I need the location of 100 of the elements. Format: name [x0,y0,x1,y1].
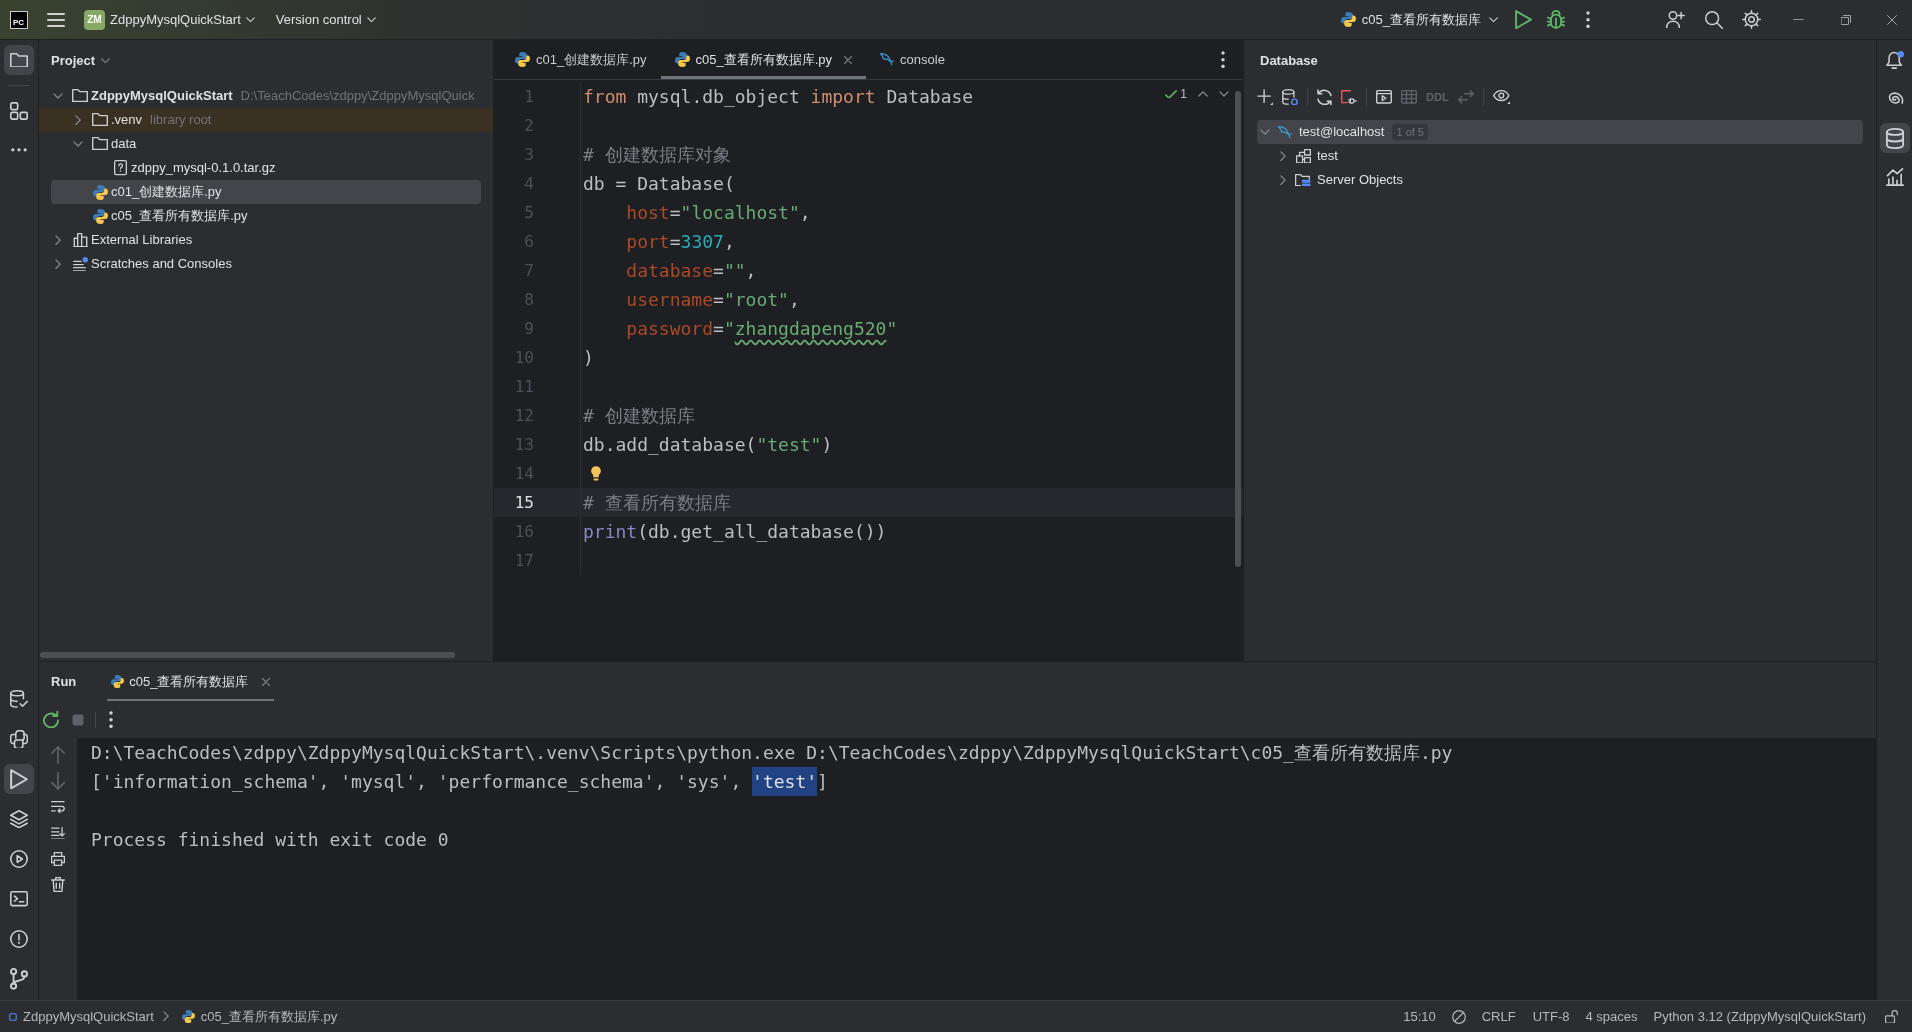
python-icon [515,52,530,67]
squares-icon[interactable] [10,102,28,120]
chevron-down-icon [366,16,376,23]
exclamation-circle-icon[interactable] [10,930,28,948]
code-line: username="root", [625,288,800,312]
line-separator-selector[interactable]: CRLF [1481,1006,1516,1027]
disconnect-icon[interactable] [1341,90,1357,104]
editor-tab[interactable]: c05_查看所有数据库.py [660,40,867,79]
code-line: port=3307, [625,230,735,254]
more-icon[interactable] [109,710,113,729]
feather-icon [880,53,895,66]
scroll-to-end-icon[interactable] [51,826,65,840]
app-logo: PC [10,10,28,29]
feather-icon [1278,125,1292,139]
tree-item[interactable]: zdppy_mysql-0.1.0.tar.gz [39,156,493,180]
caret-position[interactable]: 15:10 [1403,1006,1436,1027]
more-icon[interactable] [1586,10,1590,29]
bug-icon[interactable] [1547,10,1565,29]
more-icon[interactable] [1221,50,1225,69]
tree-item[interactable]: data [39,132,493,156]
project-tool-button[interactable] [4,45,34,75]
close-icon[interactable] [844,55,853,64]
close-icon[interactable] [262,677,271,686]
chevron-up-icon[interactable] [1198,91,1208,97]
menu-icon[interactable] [47,12,65,27]
chevron-right-icon[interactable] [1280,174,1286,186]
tree-item[interactable]: c01_创建数据库.py [51,180,481,204]
database-settings-icon[interactable] [1282,89,1298,105]
refresh-icon[interactable] [1317,88,1332,106]
console-output-text: ['information_schema', 'mysql', 'performance_schema', 'sys', [91,770,743,794]
breadcrumb[interactable]: c05_查看所有数据库.py [181,1006,338,1027]
interpreter-selector[interactable]: Python 3.12 (ZdppyMysqlQuickStart) [1653,1006,1866,1027]
terminal-icon[interactable] [10,891,28,907]
git-branch-icon[interactable] [10,968,28,990]
close-icon[interactable] [1887,14,1897,25]
settings-icon[interactable] [1742,10,1761,29]
plus-icon[interactable] [1257,88,1273,106]
lightbulb-icon[interactable] [591,466,601,481]
tree-item[interactable]: ZdppyMysqlQuickStart D:\TeachCodes\zdppy\ZdppyMysqlQuick [39,84,493,108]
python-outline-icon[interactable] [10,730,28,748]
vcs-selector[interactable]: Version control [275,9,376,30]
code-line: database="", [625,259,757,283]
workspace-switcher[interactable]: ZdppyMysqlQuickStart [110,9,255,30]
chart-icon[interactable] [1885,168,1904,186]
code-line: # 查看所有数据库 [583,491,731,515]
folder-icon [72,89,88,103]
run-configuration-selector[interactable]: c05_查看所有数据库 [1340,9,1498,30]
tree-item[interactable]: .venv library root [39,108,493,132]
editor-tab[interactable]: c01_创建数据库.py [501,40,661,79]
server-folder-icon [1295,173,1311,187]
run-icon[interactable] [1515,9,1532,30]
indent-selector[interactable]: 4 spaces [1585,1006,1638,1027]
bell-icon[interactable] [1885,51,1904,69]
python-icon [92,208,108,224]
database-check-icon[interactable] [10,690,28,708]
view-mode-dropdown[interactable]: Project [51,50,111,71]
unlocked-padlock-icon[interactable] [1885,1009,1898,1024]
restore-icon[interactable] [1841,14,1851,25]
chevron-down-icon[interactable] [73,141,83,147]
tree-item[interactable]: External Libraries [39,228,493,252]
tree-item[interactable]: test [1244,144,1876,168]
problems-counter[interactable]: 1 [1165,85,1187,103]
list-icon [72,256,88,272]
chevron-right-icon[interactable] [55,258,61,270]
tree-item[interactable]: c05_查看所有数据库.py [39,204,493,228]
breadcrumb[interactable]: ZdppyMysqlQuickStart [9,1006,154,1027]
folder-icon [92,137,108,151]
scrollbar-thumb[interactable] [1235,91,1241,567]
add-user-icon[interactable] [1666,10,1685,29]
minimize-icon[interactable] [1793,18,1804,21]
run-tool-button[interactable] [4,764,34,794]
chevron-down-icon [245,16,255,23]
trash-icon[interactable] [51,877,65,893]
tree-item[interactable]: Scratches and Consoles [39,252,493,276]
chevron-down-icon[interactable] [53,93,63,99]
play-circle-icon[interactable] [10,850,28,868]
run-tab[interactable]: c05_查看所有数据库 [107,662,275,701]
slashed-circle-icon[interactable] [1451,1009,1466,1024]
code-line: host="localhost", [625,201,811,225]
soft-wrap-icon[interactable] [51,800,65,814]
console-window-icon[interactable] [1376,90,1392,104]
tree-item[interactable]: Server Objects [1244,168,1876,192]
search-icon[interactable] [1705,10,1723,29]
layers-icon[interactable] [10,809,28,829]
scrollbar-thumb[interactable] [40,652,455,658]
chevron-right-icon[interactable] [55,234,61,246]
code-line: from mysql.db_object import Database [583,85,974,109]
chevron-right-icon[interactable] [75,114,81,126]
more-icon[interactable] [11,148,27,152]
chevron-down-icon[interactable] [1219,91,1229,97]
rerun-icon[interactable] [43,710,59,729]
chevron-down-icon[interactable] [1260,129,1270,135]
editor-tab[interactable]: console [866,40,959,79]
unknown-file-icon [113,160,127,176]
printer-icon[interactable] [51,852,65,866]
columns-icon [72,232,88,248]
encoding-selector[interactable]: UTF-8 [1532,1006,1570,1027]
eye-icon[interactable] [1492,89,1510,105]
database-tool-button[interactable] [1879,123,1910,153]
chevron-right-icon[interactable] [1280,150,1286,162]
